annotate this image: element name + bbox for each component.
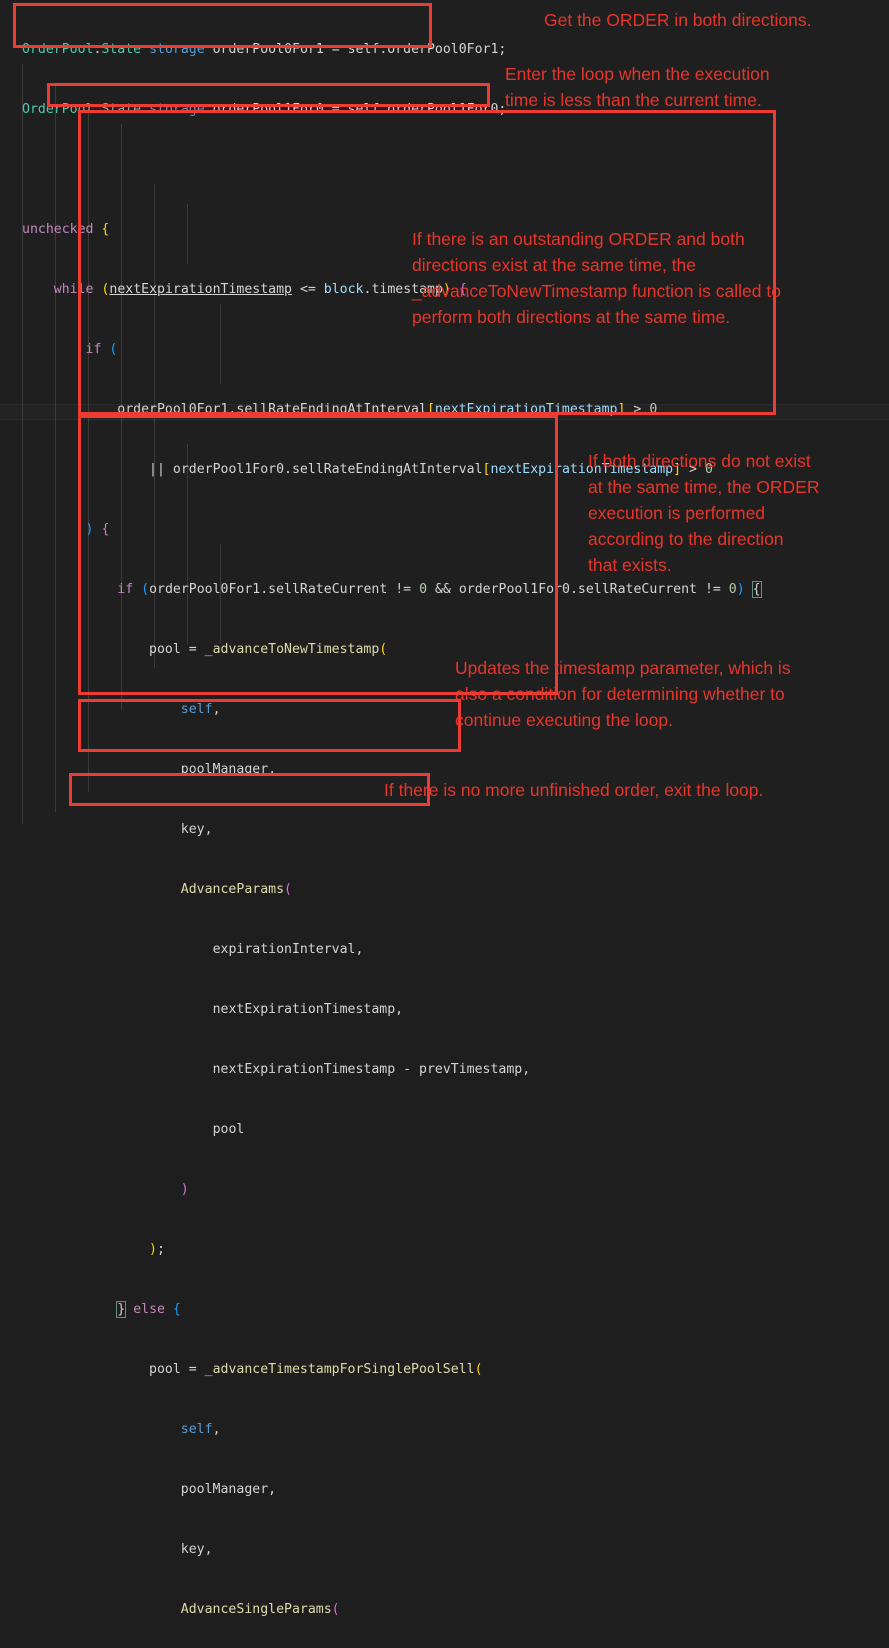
code-line: pool = _advanceTimestampForSinglePoolSel… (149, 1362, 483, 1377)
code-editor-canvas: OrderPool.State storage orderPool0For1 =… (0, 0, 889, 1617)
source-code[interactable]: OrderPool.State storage orderPool0For1 =… (0, 0, 889, 1648)
code-line: pool = _advanceToNewTimestamp( (149, 642, 388, 657)
code-line: if ( (85, 342, 118, 357)
code-line: } else { (116, 1301, 181, 1318)
code-line: nextExpirationTimestamp - prevTimestamp, (212, 1062, 531, 1077)
code-line: poolManager, (180, 1482, 277, 1497)
code-line: AdvanceSingleParams( (180, 1602, 340, 1617)
code-line: OrderPool.State storage orderPool0For1 =… (22, 42, 507, 57)
code-line: ) { (85, 522, 110, 537)
code-line: expirationInterval, (212, 942, 364, 957)
code-line: key, (180, 822, 213, 837)
code-line: poolManager, (180, 762, 277, 777)
code-line: self, (180, 702, 221, 717)
code-line: pool (212, 1122, 245, 1137)
code-line: AdvanceParams( (180, 882, 292, 897)
code-line: self, (180, 1422, 221, 1437)
code-line: while (nextExpirationTimestamp <= block.… (53, 282, 467, 297)
code-line: orderPool0For1.sellRateEndingAtInterval[… (117, 402, 658, 417)
code-line: ); (149, 1242, 165, 1257)
code-line: OrderPool.State storage orderPool1For0 =… (22, 102, 507, 117)
code-line: if (orderPool0For1.sellRateCurrent != 0 … (117, 581, 762, 598)
code-line: key, (180, 1542, 213, 1557)
code-line: unchecked { (22, 222, 110, 237)
code-line: || orderPool1For0.sellRateEndingAtInterv… (149, 462, 713, 477)
code-line: ) (180, 1182, 189, 1197)
code-line: nextExpirationTimestamp, (212, 1002, 404, 1017)
